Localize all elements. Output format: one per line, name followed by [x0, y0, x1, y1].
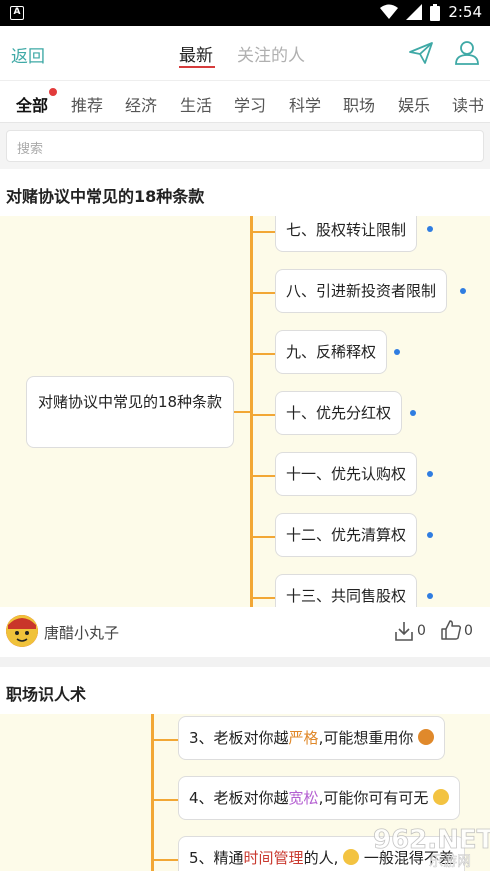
- author-avatar[interactable]: [6, 615, 38, 647]
- angry-face-icon: [418, 729, 435, 745]
- category-recommend[interactable]: 推荐: [71, 92, 103, 116]
- tab-following[interactable]: 关注的人: [237, 41, 305, 66]
- user-profile-icon[interactable]: [454, 39, 480, 65]
- battery-icon: [430, 3, 441, 21]
- mindmap-node: 4、老板对你越宽松,可能你可有可无: [178, 776, 461, 820]
- app-notification-icon: A: [10, 6, 24, 20]
- site-watermark-logo: 962.NET 乐游网: [373, 825, 490, 871]
- node-dot: [394, 349, 400, 355]
- send-icon[interactable]: [408, 40, 434, 66]
- download-count: 0: [417, 623, 426, 639]
- mindmap-node: 3、老板对你越严格,可能想重用你: [178, 716, 446, 760]
- mindmap-root-connector: [234, 411, 250, 413]
- search-input[interactable]: 搜索: [6, 130, 484, 162]
- post-title: 对赌协议中常见的18种条款: [6, 187, 205, 206]
- status-bar: A 2:54: [0, 0, 490, 26]
- tab-latest[interactable]: 最新: [179, 41, 213, 66]
- category-economy[interactable]: 经济: [125, 92, 157, 116]
- node-text: ,可能想重用你: [318, 729, 414, 747]
- new-badge-dot: [48, 87, 58, 97]
- smirk-face-icon: [433, 789, 450, 805]
- thumbs-up-icon[interactable]: [440, 619, 462, 641]
- node-dot: [427, 593, 433, 599]
- post-card-1[interactable]: 对赌协议中常见的18种条款 对赌协议中常见的18种条款 七、股权转让限制 八、引…: [0, 169, 490, 657]
- node-text: 4、老板对你越: [189, 789, 289, 807]
- node-dot: [427, 471, 433, 477]
- mindmap-node: 十一、优先认购权: [275, 452, 418, 496]
- node-dot: [427, 532, 433, 538]
- svg-text:962.NET: 962.NET: [373, 825, 490, 855]
- wifi-icon: [380, 4, 399, 19]
- node-highlight: 宽松: [288, 789, 319, 807]
- avatar-face-icon: [6, 615, 38, 647]
- mindmap-node: 十二、优先清算权: [275, 513, 418, 557]
- active-tab-indicator: [179, 66, 215, 68]
- category-entertainment[interactable]: 娱乐: [398, 92, 430, 116]
- search-area: 搜索: [0, 123, 490, 169]
- post-title: 职场识人术: [6, 685, 87, 704]
- category-science[interactable]: 科学: [289, 92, 321, 116]
- like-count: 0: [464, 623, 473, 639]
- node-dot: [460, 288, 466, 294]
- branch-line: [252, 292, 276, 294]
- download-icon[interactable]: [394, 620, 414, 642]
- category-reading[interactable]: 读书: [452, 92, 484, 116]
- category-all[interactable]: 全部: [16, 92, 48, 116]
- branch-line: [252, 597, 276, 599]
- svg-text:乐游网: 乐游网: [429, 854, 471, 870]
- mindmap-trunk: [151, 714, 154, 871]
- node-text: ,可能你可有可无: [318, 789, 429, 807]
- category-bar: 全部 推荐 经济 生活 学习 科学 职场 娱乐 读书: [0, 80, 490, 123]
- top-header: 返回 最新 关注的人: [0, 26, 490, 80]
- branch-line: [153, 859, 179, 861]
- node-text: 5、精通: [189, 849, 244, 867]
- mindmap-trunk: [250, 216, 253, 607]
- mindmap-preview: 对赌协议中常见的18种条款 七、股权转让限制 八、引进新投资者限制 九、反稀释权…: [0, 216, 490, 607]
- mindmap-node: 七、股权转让限制: [275, 216, 418, 252]
- category-life[interactable]: 生活: [180, 92, 212, 116]
- search-placeholder: 搜索: [17, 142, 44, 157]
- node-dot: [410, 410, 416, 416]
- author-name[interactable]: 唐醋小丸子: [44, 622, 119, 643]
- mindmap-node: 八、引进新投资者限制: [275, 269, 448, 313]
- node-highlight: 时间管理: [243, 849, 304, 867]
- back-button[interactable]: 返回: [11, 42, 45, 67]
- branch-line: [252, 536, 276, 538]
- mindmap-node: 九、反稀释权: [275, 330, 388, 374]
- branch-line: [252, 231, 276, 233]
- branch-line: [252, 475, 276, 477]
- status-time: 2:54: [448, 3, 482, 21]
- branch-line: [153, 739, 179, 741]
- node-text: 的人,: [303, 849, 339, 867]
- node-highlight: 严格: [288, 729, 319, 747]
- branch-line: [252, 353, 276, 355]
- category-workplace[interactable]: 职场: [343, 92, 375, 116]
- node-text: 3、老板对你越: [189, 729, 289, 747]
- mindmap-node: 十三、共同售股权: [275, 574, 418, 607]
- mindmap-root-node: 对赌协议中常见的18种条款: [26, 376, 234, 448]
- signal-icon: [406, 4, 423, 20]
- category-study[interactable]: 学习: [234, 92, 266, 116]
- branch-line: [252, 414, 276, 416]
- mindmap-node: 十、优先分红权: [275, 391, 403, 435]
- node-dot: [427, 226, 433, 232]
- post-footer: 唐醋小丸子 0 0: [0, 607, 490, 657]
- branch-line: [153, 799, 179, 801]
